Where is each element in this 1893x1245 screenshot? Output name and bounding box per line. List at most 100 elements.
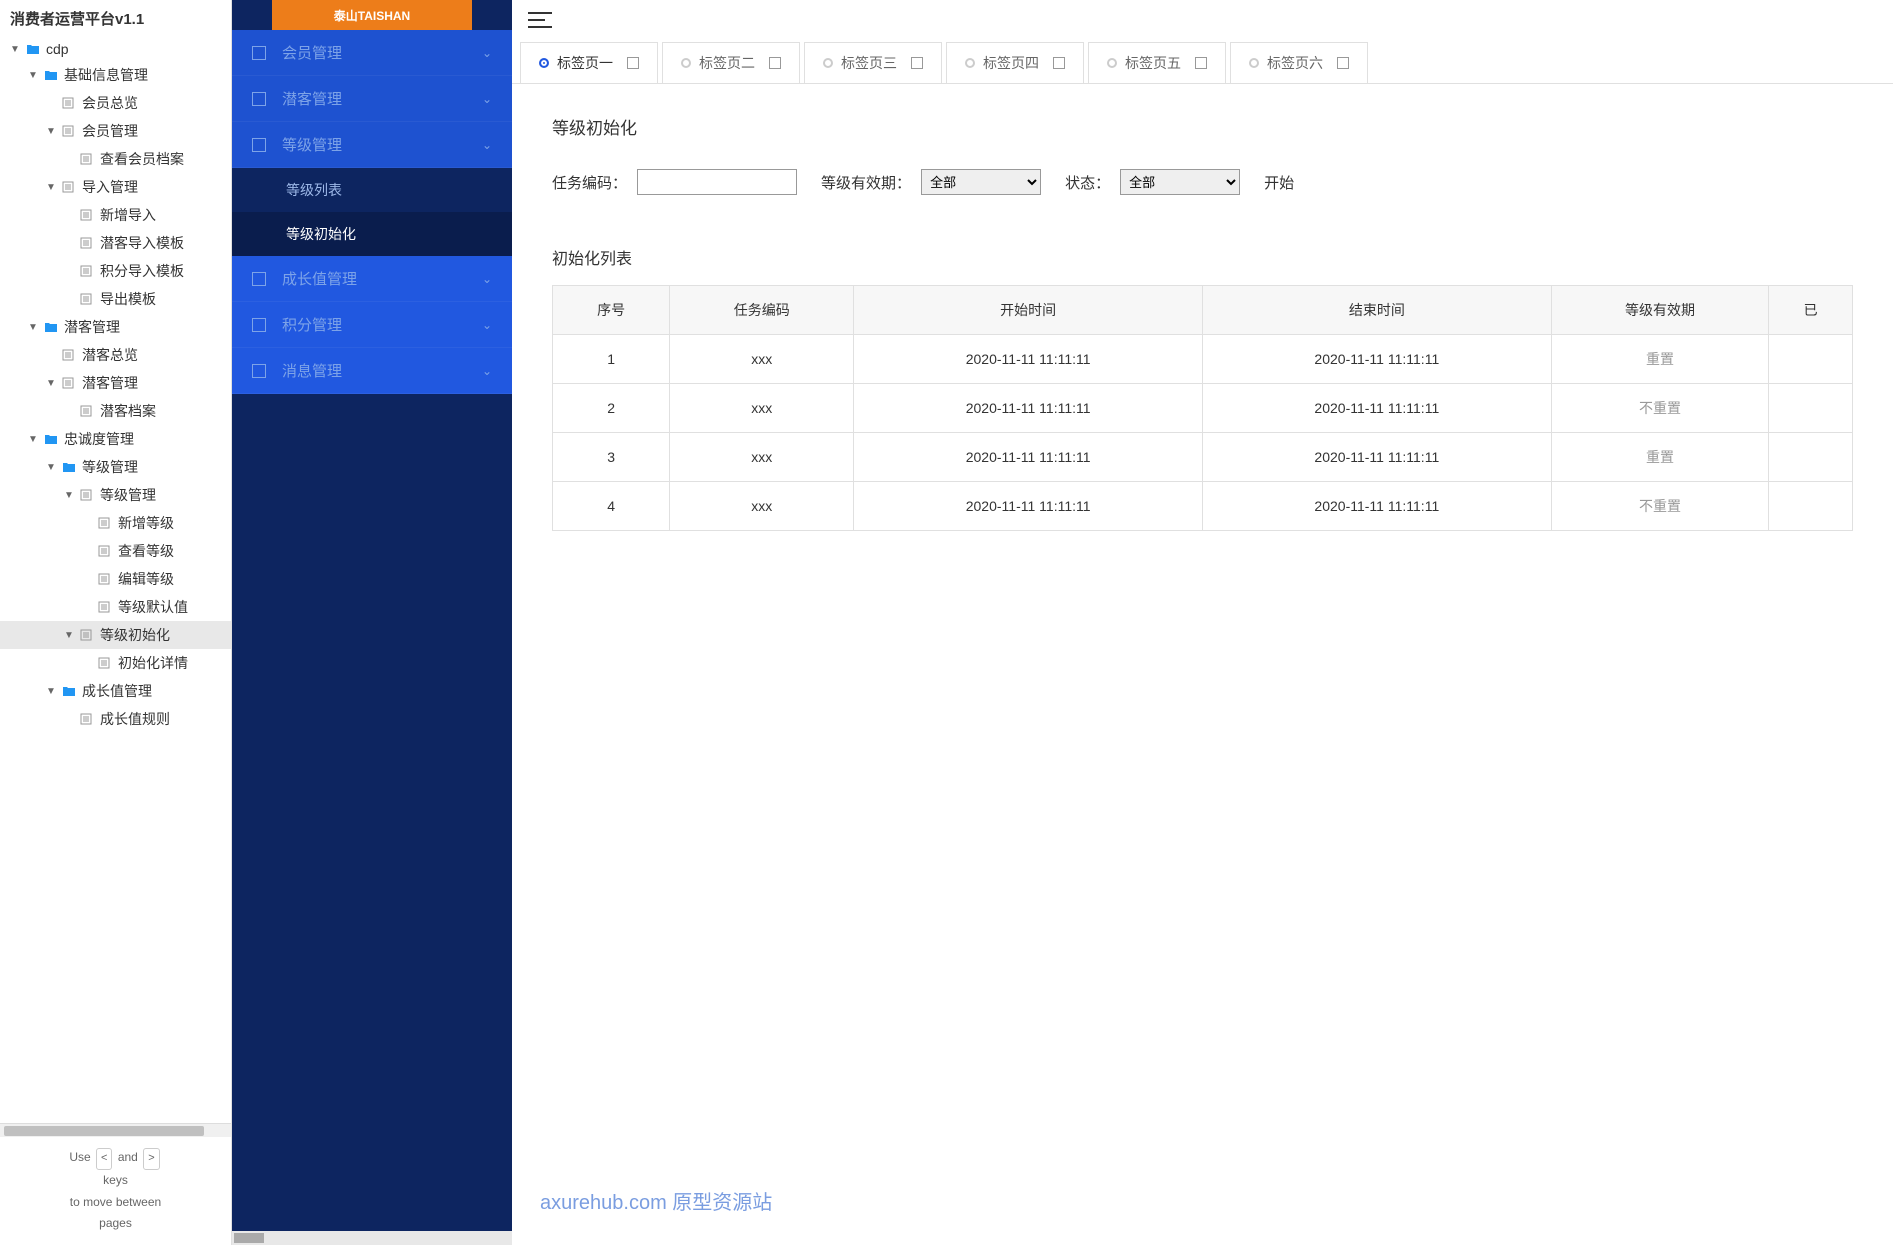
table-row[interactable]: 3xxx2020-11-11 11:11:112020-11-11 11:11:… xyxy=(553,433,1853,482)
tree-toggle-icon[interactable]: ▼ xyxy=(26,432,40,446)
tree-toggle-icon[interactable] xyxy=(80,600,94,614)
tree-toggle-icon[interactable]: ▼ xyxy=(26,68,40,82)
tree-node[interactable]: ▼潜客管理 xyxy=(0,369,231,397)
mid-horizontal-scrollbar[interactable] xyxy=(232,1231,512,1245)
tab[interactable]: 标签页四 xyxy=(946,42,1084,83)
validity-select[interactable]: 全部 xyxy=(921,169,1041,195)
tree-horizontal-scrollbar[interactable] xyxy=(0,1123,231,1137)
tree-toggle-icon[interactable] xyxy=(44,96,58,110)
tree-node[interactable]: ▼等级管理 xyxy=(0,481,231,509)
table-cell: 不重置 xyxy=(1551,482,1769,531)
tree-label: 新增等级 xyxy=(118,513,174,533)
filter-status: 状态 全部 xyxy=(1065,169,1240,195)
nav-item[interactable]: 积分管理⌄ xyxy=(232,302,512,348)
tree-toggle-icon[interactable] xyxy=(62,264,76,278)
nav-item[interactable]: 成长值管理⌄ xyxy=(232,256,512,302)
tree-node[interactable]: 潜客导入模板 xyxy=(0,229,231,257)
table-header: 已 xyxy=(1769,286,1853,335)
tree-toggle-icon[interactable] xyxy=(44,348,58,362)
tree-toggle-icon[interactable] xyxy=(80,516,94,530)
tree-node[interactable]: 等级默认值 xyxy=(0,593,231,621)
page-tree[interactable]: ▼cdp▼基础信息管理会员总览▼会员管理查看会员档案 ▼ 导入管理新增导入潜客导入模… xyxy=(0,37,231,1123)
tab-close-icon[interactable] xyxy=(1337,57,1349,69)
tab-close-icon[interactable] xyxy=(769,57,781,69)
tab[interactable]: 标签页一 xyxy=(520,42,658,83)
tree-toggle-icon[interactable] xyxy=(80,572,94,586)
tree-node[interactable]: ▼会员管理 xyxy=(0,117,231,145)
tree-node[interactable]: ▼等级管理 xyxy=(0,453,231,481)
tree-toggle-icon[interactable] xyxy=(62,292,76,306)
tree-node[interactable]: 新增导入 xyxy=(0,201,231,229)
tree-node[interactable]: ▼成长值管理 xyxy=(0,677,231,705)
tree-toggle-icon[interactable] xyxy=(62,712,76,726)
nav-subitem[interactable]: 等级列表 xyxy=(232,168,512,212)
tree-toggle-icon[interactable]: ▼ xyxy=(62,628,76,642)
menu-toggle-icon[interactable] xyxy=(528,12,552,30)
table-row[interactable]: 4xxx2020-11-11 11:11:112020-11-11 11:11:… xyxy=(553,482,1853,531)
tree-node[interactable]: ▼cdp xyxy=(0,37,231,61)
tree-node[interactable]: 编辑等级 xyxy=(0,565,231,593)
file-icon xyxy=(62,180,78,194)
table-row[interactable]: 1xxx2020-11-11 11:11:112020-11-11 11:11:… xyxy=(553,335,1853,384)
tree-toggle-icon[interactable] xyxy=(62,208,76,222)
tree-node[interactable]: 积分导入模板 xyxy=(0,257,231,285)
tree-toggle-icon[interactable] xyxy=(62,152,76,166)
table-cell: 2020-11-11 11:11:11 xyxy=(854,384,1203,433)
file-icon xyxy=(98,516,114,530)
filter-label: 等级有效期 xyxy=(821,172,911,193)
tree-node[interactable]: 成长值规则 xyxy=(0,705,231,733)
tree-node[interactable]: ▼ 导入管理 xyxy=(0,173,231,201)
nav-item[interactable]: 消息管理⌄ xyxy=(232,348,512,394)
tree-node[interactable]: 初始化详情 xyxy=(0,649,231,677)
tree-toggle-icon[interactable]: ▼ xyxy=(44,684,58,698)
table-cell: 2020-11-11 11:11:11 xyxy=(1202,482,1551,531)
tree-label: 等级初始化 xyxy=(100,625,170,645)
tree-node[interactable]: 查看会员档案 xyxy=(0,145,231,173)
tree-node[interactable]: 导出模板 xyxy=(0,285,231,313)
nav-item[interactable]: 潜客管理⌄ xyxy=(232,76,512,122)
tree-toggle-icon[interactable]: ▼ xyxy=(62,488,76,502)
nav-item[interactable]: 会员管理⌄ xyxy=(232,30,512,76)
tree-node[interactable]: ▼潜客管理 xyxy=(0,313,231,341)
tree-node[interactable]: ▼ 等级初始化 xyxy=(0,621,231,649)
tree-node[interactable]: 潜客档案 xyxy=(0,397,231,425)
tab-close-icon[interactable] xyxy=(627,57,639,69)
tree-toggle-icon[interactable] xyxy=(62,404,76,418)
tab-close-icon[interactable] xyxy=(911,57,923,69)
tree-toggle-icon[interactable]: ▼ xyxy=(8,42,22,56)
tab-radio-icon xyxy=(1107,58,1117,68)
tree-toggle-icon[interactable] xyxy=(80,544,94,558)
tab[interactable]: 标签页二 xyxy=(662,42,800,83)
tab[interactable]: 标签页六 xyxy=(1230,42,1368,83)
tree-node[interactable]: 查看等级 xyxy=(0,537,231,565)
tree-node[interactable]: ▼忠诚度管理 xyxy=(0,425,231,453)
file-icon xyxy=(80,152,96,166)
scrollbar-thumb[interactable] xyxy=(4,1126,204,1136)
tree-node[interactable]: 新增等级 xyxy=(0,509,231,537)
table-row[interactable]: 2xxx2020-11-11 11:11:112020-11-11 11:11:… xyxy=(553,384,1853,433)
tab-label: 标签页四 xyxy=(983,53,1039,73)
task-code-input[interactable] xyxy=(637,169,797,195)
tab-close-icon[interactable] xyxy=(1195,57,1207,69)
status-select[interactable]: 全部 xyxy=(1120,169,1240,195)
tree-toggle-icon[interactable] xyxy=(80,656,94,670)
nav-subitem[interactable]: 等级初始化 xyxy=(232,212,512,256)
tree-toggle-icon[interactable]: ▼ xyxy=(44,180,58,194)
tree-label: 导入管理 xyxy=(82,177,138,197)
nav-item[interactable]: 等级管理⌄ xyxy=(232,122,512,168)
tree-toggle-icon[interactable]: ▼ xyxy=(44,460,58,474)
tree-node[interactable]: 潜客总览 xyxy=(0,341,231,369)
tab[interactable]: 标签页五 xyxy=(1088,42,1226,83)
tab[interactable]: 标签页三 xyxy=(804,42,942,83)
tab-radio-icon xyxy=(681,58,691,68)
tree-node[interactable]: ▼基础信息管理 xyxy=(0,61,231,89)
tab-close-icon[interactable] xyxy=(1053,57,1065,69)
scrollbar-thumb[interactable] xyxy=(234,1233,264,1243)
tree-toggle-icon[interactable] xyxy=(62,236,76,250)
tree-toggle-icon[interactable]: ▼ xyxy=(44,376,58,390)
tree-toggle-icon[interactable]: ▼ xyxy=(26,320,40,334)
table-cell: 4 xyxy=(553,482,670,531)
tree-toggle-icon[interactable]: ▼ xyxy=(44,124,58,138)
tree-node[interactable]: 会员总览 xyxy=(0,89,231,117)
table-cell: 2020-11-11 11:11:11 xyxy=(1202,335,1551,384)
